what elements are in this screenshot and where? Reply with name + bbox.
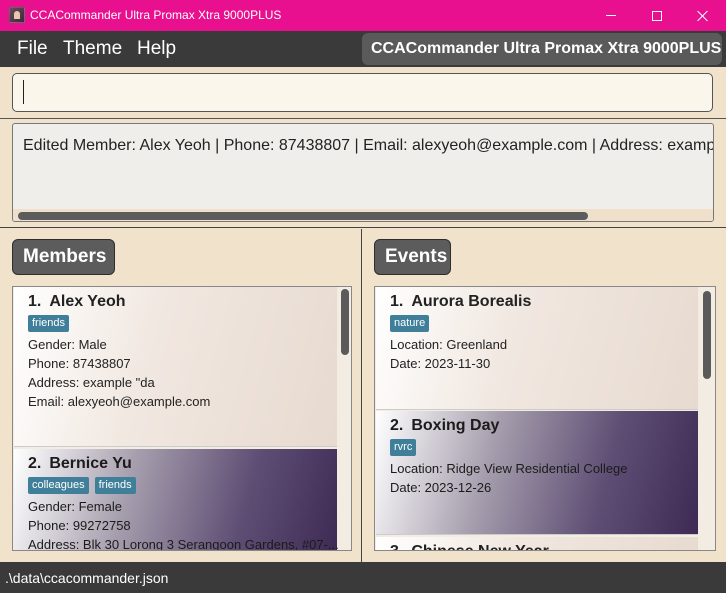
events-list[interactable]: 1. Aurora Borealis nature Location: Green… [374, 286, 716, 551]
member-card[interactable]: 1. Alex Yeoh friends Gender: Male Phone: … [14, 287, 337, 447]
member-name: Alex Yeoh [49, 293, 126, 310]
member-title: 1. Alex Yeoh [28, 293, 323, 311]
app-icon [9, 7, 25, 23]
member-card[interactable]: 2. Bernice Yu colleagues friends Gender: … [14, 449, 339, 551]
menu-help[interactable]: Help [137, 38, 176, 60]
maximize-icon [652, 10, 662, 21]
member-tags: friends [28, 315, 323, 332]
minimize-button[interactable] [588, 0, 634, 31]
window-title: CCACommander Ultra Promax Xtra 9000PLUS [30, 8, 282, 22]
save-file-path: .\data\ccacommander.json [5, 570, 169, 586]
tag-badge: rvrc [390, 439, 417, 456]
event-title: 1. Aurora Borealis [390, 293, 684, 311]
member-index: 2. [28, 455, 42, 472]
event-name: Boxing Day [411, 417, 500, 434]
app-name-label: CCACommander Ultra Promax Xtra 9000PLUS [362, 33, 722, 65]
event-location: Location: Ridge View Residential College [390, 461, 628, 476]
status-bar: .\data\ccacommander.json [0, 562, 726, 593]
horizontal-scrollbar[interactable] [13, 209, 713, 221]
text-caret [23, 80, 24, 104]
member-address: Address: Blk 30 Lorong 3 Serangoon Garde… [28, 537, 339, 551]
close-icon [697, 10, 709, 22]
member-address: Address: example "da [28, 375, 155, 390]
event-tags: rvrc [390, 439, 684, 456]
event-card[interactable]: 1. Aurora Borealis nature Location: Green… [376, 287, 698, 410]
tag-badge: colleagues [28, 477, 89, 494]
event-date: Date: 2023-11-30 [390, 356, 491, 371]
event-card[interactable]: 2. Boxing Day rvrc Location: Ridge View R… [376, 411, 698, 535]
close-button[interactable] [680, 0, 726, 31]
event-name: Chinese New Year [411, 543, 549, 550]
command-input[interactable] [12, 73, 713, 112]
events-panel: Events 1. Aurora Borealis nature Location… [363, 229, 726, 562]
command-box [0, 67, 726, 119]
members-list[interactable]: 1. Alex Yeoh friends Gender: Male Phone: … [12, 286, 352, 551]
events-header: Events [374, 239, 451, 275]
menu-file[interactable]: File [17, 38, 48, 60]
menu-bar: File Theme Help CCACommander Ultra Proma… [0, 31, 726, 67]
result-display: Edited Member: Alex Yeoh | Phone: 874388… [0, 119, 726, 228]
event-index: 2. [390, 417, 404, 434]
member-tags: colleagues friends [28, 477, 323, 494]
event-index: 3. [390, 543, 403, 550]
member-name: Bernice Yu [49, 455, 132, 472]
tag-badge: nature [390, 315, 430, 332]
event-name: Aurora Borealis [411, 293, 532, 310]
title-bar: CCACommander Ultra Promax Xtra 9000PLUS [0, 0, 726, 31]
events-scrollbar[interactable] [703, 289, 711, 550]
maximize-button[interactable] [634, 0, 680, 31]
event-card[interactable]: 3. Chinese New Year [376, 537, 698, 550]
tag-badge: friends [94, 477, 136, 494]
menu-theme[interactable]: Theme [63, 38, 122, 60]
event-title: 3. Chinese New Year [390, 543, 684, 550]
event-title: 2. Boxing Day [390, 417, 684, 435]
result-text: Edited Member: Alex Yeoh | Phone: 874388… [23, 137, 714, 154]
event-index: 1. [390, 293, 404, 310]
member-gender: Gender: Female [28, 499, 122, 514]
result-box[interactable]: Edited Member: Alex Yeoh | Phone: 874388… [12, 123, 714, 222]
event-tags: nature [390, 315, 684, 332]
members-scrollbar-thumb[interactable] [341, 289, 349, 355]
members-panel: Members 1. Alex Yeoh friends Gender: Male… [0, 229, 362, 562]
members-scrollbar[interactable] [341, 289, 349, 550]
member-title: 2. Bernice Yu [28, 455, 323, 473]
member-gender: Gender: Male [28, 337, 107, 352]
member-email: Email: alexyeoh@example.com [28, 394, 211, 409]
member-phone: Phone: 87438807 [28, 356, 131, 371]
member-index: 1. [28, 293, 42, 310]
minimize-icon [606, 15, 616, 16]
horizontal-scrollbar-thumb[interactable] [18, 212, 588, 220]
events-scrollbar-thumb[interactable] [703, 291, 711, 379]
event-location: Location: Greenland [390, 337, 508, 352]
members-header: Members [12, 239, 115, 275]
event-date: Date: 2023-12-26 [390, 480, 492, 495]
member-phone: Phone: 99272758 [28, 518, 131, 533]
tag-badge: friends [28, 315, 70, 332]
